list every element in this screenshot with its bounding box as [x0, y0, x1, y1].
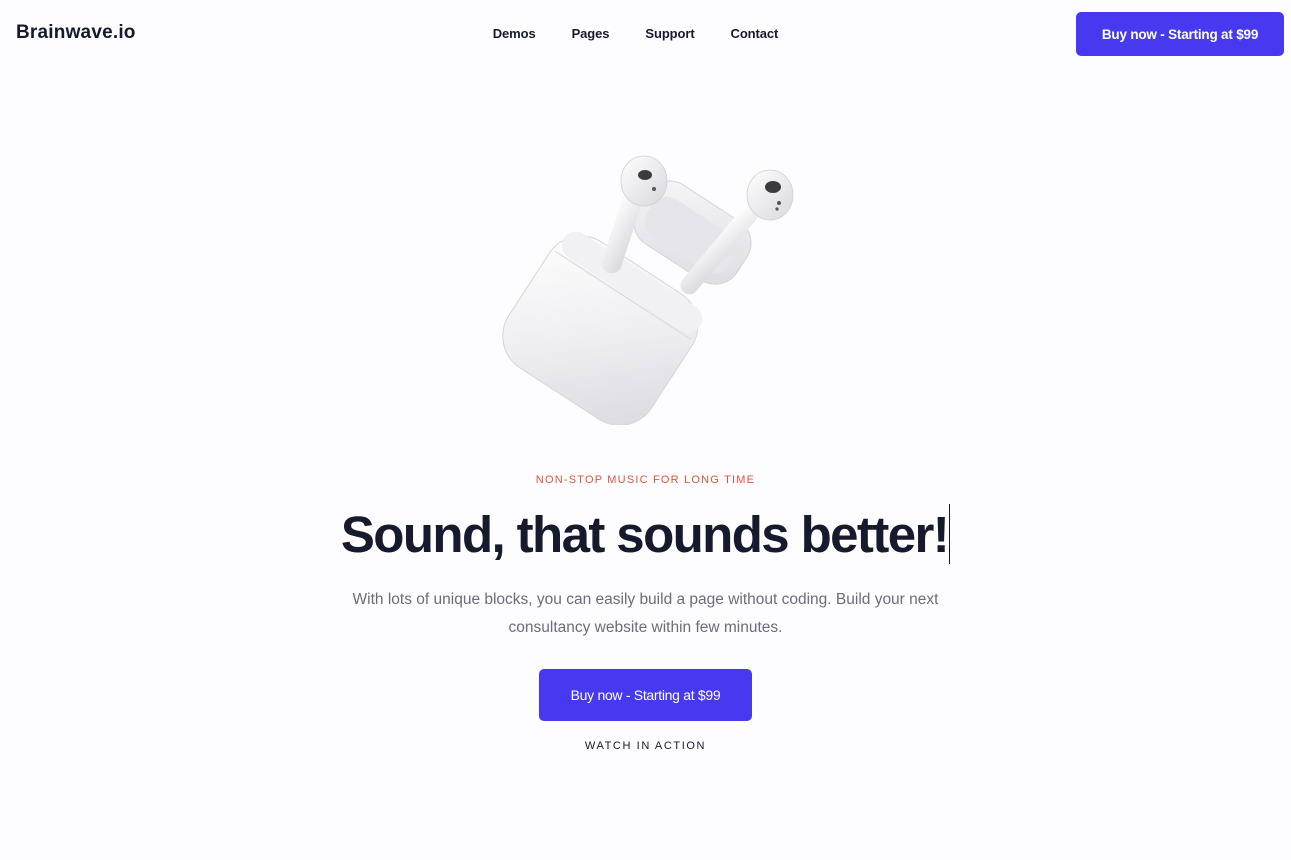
- hero-buy-button[interactable]: Buy now - Starting at $99: [539, 669, 752, 721]
- hero-eyebrow: NON-STOP MUSIC FOR LONG TIME: [535, 474, 756, 486]
- site-header: Brainwave.io Demos Pages Support Contact…: [0, 0, 1291, 68]
- airpods-illustration: [502, 155, 794, 425]
- header-buy-button[interactable]: Buy now - Starting at $99: [1076, 12, 1284, 56]
- nav-item-demos[interactable]: Demos: [493, 26, 536, 41]
- hero-description: With lots of unique blocks, you can easi…: [352, 591, 939, 636]
- watch-in-action-link[interactable]: WATCH IN ACTION: [0, 740, 1291, 752]
- nav-item-pages[interactable]: Pages: [572, 26, 610, 41]
- nav-item-contact[interactable]: Contact: [731, 26, 779, 41]
- hero-headline-text: Sound, that sounds better!: [340, 506, 950, 563]
- landing-page: Brainwave.io Demos Pages Support Contact…: [0, 0, 1291, 860]
- nav-item-support[interactable]: Support: [645, 26, 694, 41]
- text-caret: [949, 504, 951, 564]
- hero-headline: Sound, that sounds better!: [0, 504, 1291, 564]
